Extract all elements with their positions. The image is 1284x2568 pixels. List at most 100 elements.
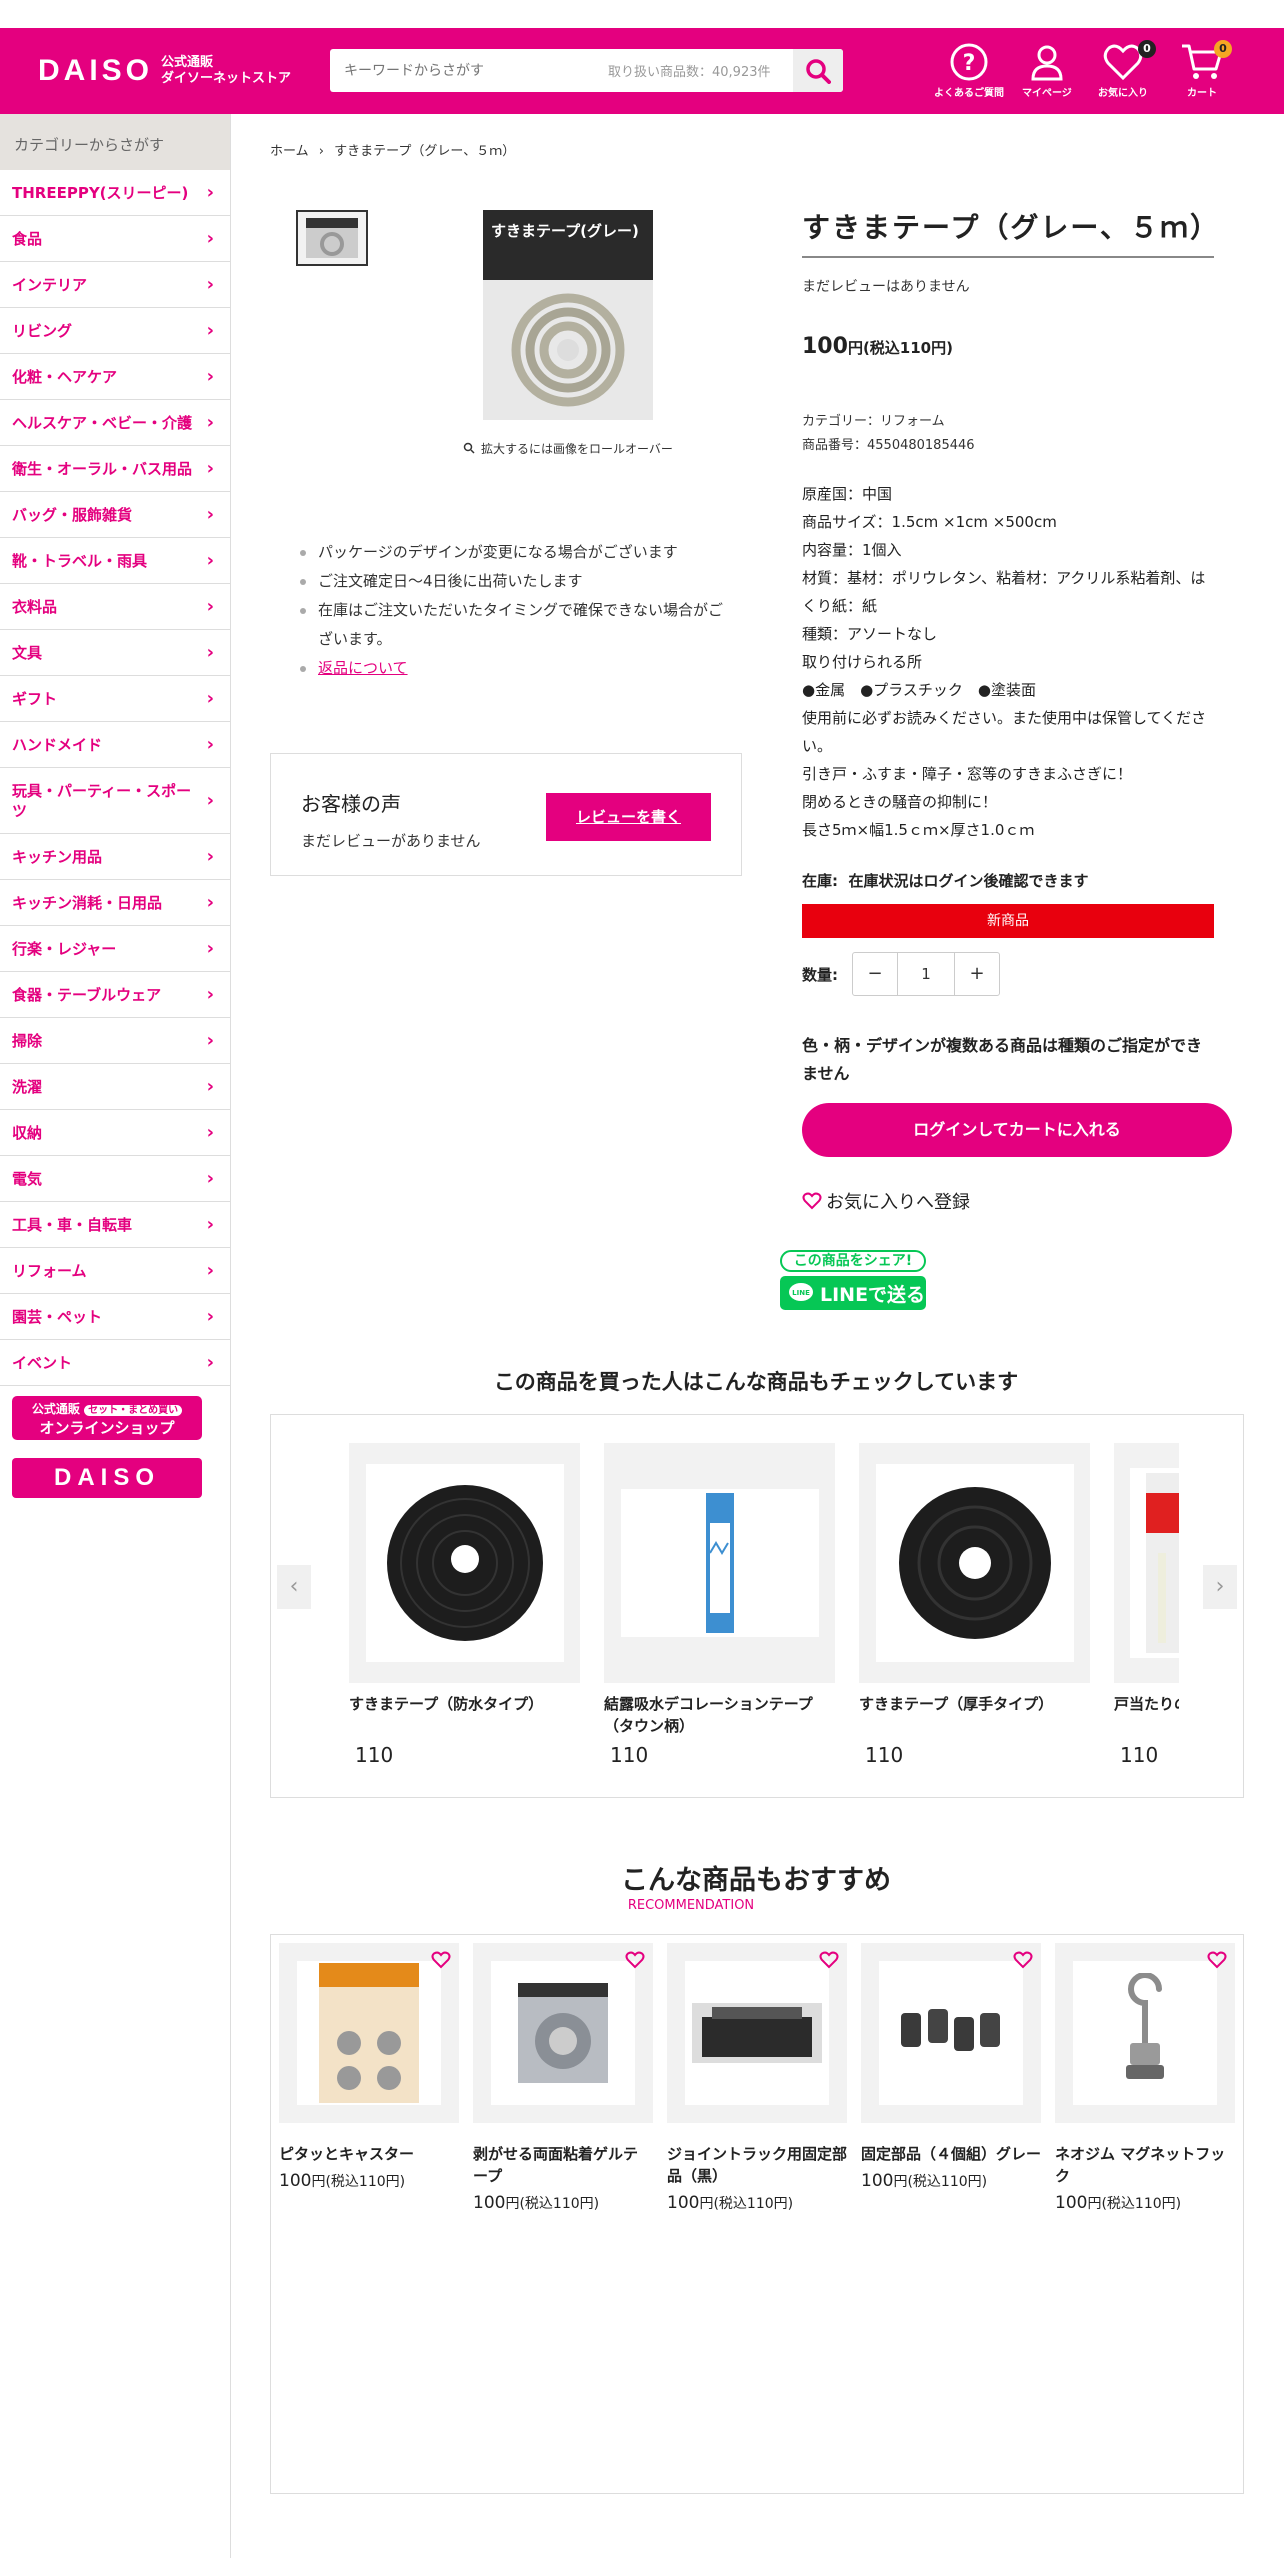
favorite-heart-icon[interactable] (625, 1951, 645, 1969)
product-title: すきまテープ（グレー、５ｍ） (802, 211, 1221, 244)
search-button[interactable] (793, 49, 843, 92)
also-bought-carousel: ‹ › すきまテープ（防水タイプ） 110 結露吸水デコレーションテープ（タウン… (270, 1414, 1244, 1798)
product-card[interactable]: すきまテープ（防水タイプ） 110 (349, 1443, 580, 1767)
plus-button[interactable]: + (955, 953, 999, 995)
favorites-count-badge: 0 (1138, 40, 1156, 58)
sidebar-item-kitchen[interactable]: キッチン用品 › (0, 834, 230, 880)
sidebar-item-shoes[interactable]: 靴・トラベル・雨具 › (0, 538, 230, 584)
spec-line: 取り付けられる所 (802, 653, 923, 671)
sidebar-item-clothing[interactable]: 衣料品 › (0, 584, 230, 630)
reviews-empty: まだレビューがありません (301, 832, 481, 850)
daiso-banner[interactable]: DAISO (12, 1458, 202, 1498)
black-tape-roll-image (386, 1485, 543, 1641)
sidebar-item-threeppy[interactable]: THREEPPY(スリーピー) › (0, 170, 230, 216)
sidebar-item-kitchen-consumables[interactable]: キッチン消耗・日用品 › (0, 880, 230, 926)
product-main-image[interactable]: すきまテープ(グレー) (428, 198, 708, 432)
mypage-link[interactable]: マイページ (1022, 42, 1072, 99)
note-item: ご注文確定日〜4日後に出荷いたします (296, 567, 726, 596)
sidebar-item-bags[interactable]: バッグ・服飾雑貨 › (0, 492, 230, 538)
help-icon: ? (950, 43, 988, 81)
door-stopper-package-image (1146, 1473, 1179, 1653)
chevron-right-icon: › (206, 1122, 214, 1143)
review-status: まだレビューはありません (802, 279, 970, 295)
sidebar-item-interior[interactable]: インテリア › (0, 262, 230, 308)
favorite-heart-icon[interactable] (819, 1951, 839, 1969)
product-card[interactable]: 固定部品（４個組）グレー 100円(税込110円) (861, 1943, 1041, 2191)
carousel-next-button[interactable]: › (1203, 1565, 1237, 1609)
carousel-prev-button[interactable]: ‹ (277, 1565, 311, 1609)
search-bar: 取り扱い商品数：40,923件 (330, 49, 843, 92)
decoration-tape-image (705, 1493, 734, 1633)
online-shop-banner[interactable]: 公式通販 セット・まとめ買い オンラインショップ (12, 1396, 202, 1440)
spec-line: 長さ5ｍ×幅1.5ｃｍ×厚さ1.0ｃｍ (802, 821, 1035, 839)
sidebar-item-stationery[interactable]: 文具 › (0, 630, 230, 676)
sidebar-item-tools[interactable]: 工具・車・自転車 › (0, 1202, 230, 1248)
new-product-badge: 新商品 (802, 904, 1214, 938)
chevron-right-icon: › (206, 458, 214, 479)
add-favorite-button[interactable]: お気に入りへ登録 (802, 1188, 970, 1214)
chevron-right-icon: › (206, 1076, 214, 1097)
category-heading: カテゴリーからさがす (0, 114, 230, 170)
product-sku: 商品番号：4550480185446 (802, 438, 975, 453)
favorite-heart-icon[interactable] (431, 1951, 451, 1969)
minus-button[interactable]: − (853, 953, 897, 995)
breadcrumb-home[interactable]: ホーム (270, 144, 309, 159)
product-card[interactable]: 結露吸水デコレーションテープ（タウン柄） 110 (604, 1443, 835, 1767)
product-card[interactable]: すきまテープ（厚手タイプ） 110 (859, 1443, 1090, 1767)
sidebar-item-hygiene[interactable]: 衛生・オーラル・バス用品 › (0, 446, 230, 492)
caster-package-image (319, 1963, 419, 2103)
sidebar-item-reform[interactable]: リフォーム › (0, 1248, 230, 1294)
login-add-to-cart-button[interactable]: ログインしてカートに入れる (802, 1103, 1232, 1157)
site-logo[interactable]: DAISO 公式通販 ダイソーネットストア (38, 54, 291, 88)
product-card[interactable]: 戸当たりの…５ｍ×幅約… 110 (1114, 1443, 1179, 1767)
product-card[interactable]: ピタッとキャスター 100円(税込110円) (279, 1943, 459, 2191)
line-share-button[interactable]: LINE LINEで送る (780, 1276, 926, 1310)
product-card[interactable]: 剥がせる両面粘着ゲルテープ 100円(税込110円) (473, 1943, 653, 2213)
spec-line: 種類：アソートなし (802, 625, 938, 643)
chevron-right-icon: › (206, 846, 214, 867)
product-thumbnail[interactable] (296, 210, 368, 266)
sidebar-item-storage[interactable]: 収納 › (0, 1110, 230, 1156)
sidebar-item-living[interactable]: リビング › (0, 308, 230, 354)
faq-link[interactable]: ? よくあるご質問 (934, 42, 1004, 99)
product-card[interactable]: ネオジム マグネットフック 100円(税込110円) (1055, 1943, 1235, 2213)
reviews-title: お客様の声 (301, 792, 401, 816)
quantity-value[interactable]: 1 (897, 953, 955, 995)
product-price: 100円(税込110円) (279, 2171, 406, 2191)
favorites-link[interactable]: お気に入り 0 (1098, 40, 1156, 99)
sidebar-item-garden[interactable]: 園芸・ペット › (0, 1294, 230, 1340)
variant-note: 色・柄・デザインが複数ある商品は種類のご指定ができません (802, 1036, 1203, 1083)
sidebar-item-toys[interactable]: 玩具・パーティー・スポーツ › (0, 768, 230, 834)
sidebar-item-leisure[interactable]: 行楽・レジャー › (0, 926, 230, 972)
tape-package-thumbnail (306, 218, 358, 258)
svg-text:?: ? (963, 51, 976, 76)
write-review-button[interactable]: レビューを書く (546, 793, 711, 841)
recommend-grid: ピタッとキャスター 100円(税込110円) 剥がせる両面粘着ゲルテープ 100… (270, 1934, 1244, 2494)
sidebar-item-laundry[interactable]: 洗濯 › (0, 1064, 230, 1110)
search-icon (806, 58, 831, 84)
sidebar-item-gift[interactable]: ギフト › (0, 676, 230, 722)
chevron-right-icon: › (206, 550, 214, 571)
product-price: 110 (1120, 1743, 1159, 1767)
favorite-heart-icon[interactable] (1207, 1951, 1227, 1969)
product-meta: カテゴリー：リフォーム 商品番号：4550480185446 (802, 410, 975, 458)
note-item: 在庫はご注文いただいたタイミングで確保できない場合がございます。 (296, 596, 726, 654)
favorite-heart-icon[interactable] (1013, 1951, 1033, 1969)
search-input[interactable] (330, 50, 600, 91)
sidebar-item-healthcare[interactable]: ヘルスケア・ベビー・介護 › (0, 400, 230, 446)
zoom-hint: 拡大するには画像をロールオーバー (463, 440, 673, 457)
sidebar-item-tableware[interactable]: 食器・テーブルウェア › (0, 972, 230, 1018)
quantity-stepper: − 1 + (852, 952, 1000, 996)
product-card[interactable]: ジョイントラック用固定部品（黒） 100円(税込110円) (667, 1943, 847, 2213)
sidebar-item-cosmetics[interactable]: 化粧・ヘアケア › (0, 354, 230, 400)
product-name: すきまテープ（厚手タイプ） (859, 1695, 1054, 1713)
sidebar-item-food[interactable]: 食品 › (0, 216, 230, 262)
customer-reviews: お客様の声 まだレビューがありません レビューを書く (270, 753, 742, 876)
cart-link[interactable]: カート 0 (1180, 40, 1232, 99)
spec-line: 使用前に必ずお読みください。また使用中は保管してください。 (802, 709, 1207, 755)
svg-text:LINE: LINE (792, 1289, 810, 1297)
sidebar-item-electric[interactable]: 電気 › (0, 1156, 230, 1202)
sidebar-item-handmade[interactable]: ハンドメイド › (0, 722, 230, 768)
returns-link[interactable]: 返品について (318, 659, 408, 677)
sidebar-item-cleaning[interactable]: 掃除 › (0, 1018, 230, 1064)
